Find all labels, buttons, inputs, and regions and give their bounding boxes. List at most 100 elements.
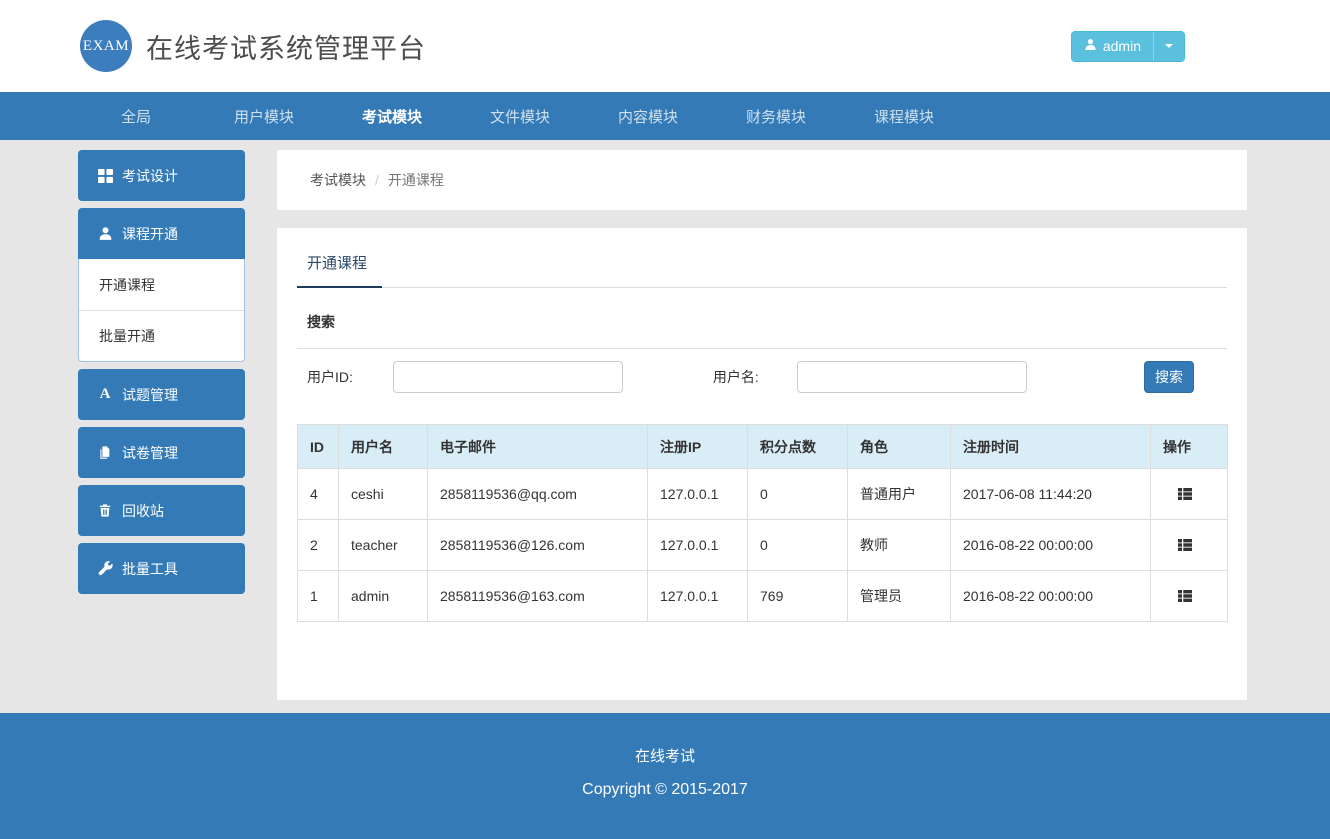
- logo-text: EXAM: [83, 38, 129, 55]
- sidebar-item-label: 考试设计: [122, 166, 178, 186]
- sidebar-group-course-open: 课程开通 开通课程 批量开通: [78, 208, 245, 362]
- cell-ip: 127.0.0.1: [648, 571, 748, 622]
- col-header-username: 用户名: [339, 425, 428, 469]
- wrench-icon: [97, 561, 113, 576]
- nav-item-file-module[interactable]: 文件模块: [456, 92, 584, 140]
- sidebar-item-label: 回收站: [122, 501, 164, 521]
- breadcrumb: 考试模块 / 开通课程: [277, 150, 1247, 210]
- username-label: 用户名:: [713, 367, 759, 387]
- col-header-role: 角色: [848, 425, 951, 469]
- user-button-label: admin: [1103, 38, 1141, 54]
- sidebar-item-label: 课程开通: [122, 224, 178, 244]
- cell-time: 2016-08-22 00:00:00: [951, 520, 1151, 571]
- col-header-operations: 操作: [1151, 425, 1228, 469]
- col-header-ip: 注册IP: [648, 425, 748, 469]
- sidebar-item-recycle-bin[interactable]: 回收站: [78, 485, 245, 536]
- cell-id: 4: [298, 469, 339, 520]
- cell-email: 2858119536@qq.com: [428, 469, 648, 520]
- search-form: 用户ID: 用户名: 搜索: [297, 361, 1227, 393]
- sidebar-item-course-open[interactable]: 课程开通: [78, 208, 245, 259]
- grid-icon: [97, 168, 113, 183]
- breadcrumb-separator: /: [375, 172, 379, 188]
- list-icon: [1177, 486, 1193, 502]
- cell-ip: 127.0.0.1: [648, 469, 748, 520]
- col-header-email: 电子邮件: [428, 425, 648, 469]
- tabs-bar: 开通课程: [297, 228, 1227, 288]
- cell-email: 2858119536@126.com: [428, 520, 648, 571]
- user-id-label: 用户ID:: [307, 367, 353, 387]
- row-actions-button[interactable]: [1173, 535, 1197, 555]
- cell-role: 普通用户: [848, 469, 951, 520]
- sidebar-item-paper-management[interactable]: 试卷管理: [78, 427, 245, 478]
- col-header-id: ID: [298, 425, 339, 469]
- cell-time: 2017-06-08 11:44:20: [951, 469, 1151, 520]
- nav-item-user-module[interactable]: 用户模块: [200, 92, 328, 140]
- cell-operations: [1151, 469, 1228, 520]
- cell-operations: [1151, 571, 1228, 622]
- nav-item-content-module[interactable]: 内容模块: [584, 92, 712, 140]
- cell-id: 1: [298, 571, 339, 622]
- header: EXAM 在线考试系统管理平台 admin: [0, 0, 1330, 92]
- list-icon: [1177, 537, 1193, 553]
- nav-item-finance-module[interactable]: 财务模块: [712, 92, 840, 140]
- col-header-points: 积分点数: [748, 425, 848, 469]
- user-menu: admin: [1071, 31, 1185, 62]
- username-input[interactable]: [797, 361, 1027, 393]
- users-table: ID 用户名 电子邮件 注册IP 积分点数 角色 注册时间 操作 4 ceshi…: [297, 424, 1228, 622]
- user-icon: [97, 226, 113, 241]
- sidebar-item-exam-design[interactable]: 考试设计: [78, 150, 245, 201]
- row-actions-button[interactable]: [1173, 586, 1197, 606]
- table-row: 4 ceshi 2858119536@qq.com 127.0.0.1 0 普通…: [298, 469, 1228, 520]
- sidebar-submenu: 开通课程 批量开通: [78, 259, 245, 362]
- exam-logo: EXAM: [80, 20, 132, 72]
- tab-open-course[interactable]: 开通课程: [297, 252, 382, 288]
- cell-time: 2016-08-22 00:00:00: [951, 571, 1151, 622]
- cell-role: 管理员: [848, 571, 951, 622]
- row-actions-button[interactable]: [1173, 484, 1197, 504]
- divider: [297, 348, 1227, 349]
- sidebar-subitem-open-course[interactable]: 开通课程: [79, 259, 244, 310]
- search-section-title: 搜索: [307, 312, 1227, 332]
- cell-role: 教师: [848, 520, 951, 571]
- breadcrumb-item-exam-module[interactable]: 考试模块: [310, 170, 366, 190]
- nav-item-exam-module[interactable]: 考试模块: [328, 92, 456, 140]
- page-title: 在线考试系统管理平台: [146, 27, 426, 66]
- cell-points: 0: [748, 520, 848, 571]
- user-id-input[interactable]: [393, 361, 623, 393]
- top-navbar: 全局 用户模块 考试模块 文件模块 内容模块 财务模块 课程模块: [0, 92, 1330, 140]
- font-icon: A: [97, 387, 113, 402]
- list-icon: [1177, 588, 1193, 604]
- cell-username: ceshi: [339, 469, 428, 520]
- sidebar: 考试设计 课程开通 开通课程 批量开通 A 试题管理 试卷管理 回收站: [78, 150, 245, 601]
- sidebar-item-question-management[interactable]: A 试题管理: [78, 369, 245, 420]
- user-button[interactable]: admin: [1072, 32, 1153, 61]
- table-header-row: ID 用户名 电子邮件 注册IP 积分点数 角色 注册时间 操作: [298, 425, 1228, 469]
- sidebar-item-label: 试卷管理: [122, 443, 178, 463]
- copy-icon: [97, 445, 113, 460]
- sidebar-item-batch-tools[interactable]: 批量工具: [78, 543, 245, 594]
- cell-ip: 127.0.0.1: [648, 520, 748, 571]
- nav-item-global[interactable]: 全局: [72, 92, 200, 140]
- footer-site-name: 在线考试: [0, 713, 1330, 766]
- footer-copyright: Copyright © 2015-2017: [0, 781, 1330, 799]
- table-row: 1 admin 2858119536@163.com 127.0.0.1 769…: [298, 571, 1228, 622]
- sidebar-item-label: 试题管理: [122, 385, 178, 405]
- cell-points: 0: [748, 469, 848, 520]
- col-header-time: 注册时间: [951, 425, 1151, 469]
- main-content-panel: 开通课程 搜索 用户ID: 用户名: 搜索 ID 用户名 电子邮件 注册IP 积…: [277, 228, 1247, 700]
- cell-username: admin: [339, 571, 428, 622]
- cell-email: 2858119536@163.com: [428, 571, 648, 622]
- chevron-down-icon: [1165, 44, 1173, 48]
- sidebar-subitem-batch-open[interactable]: 批量开通: [79, 310, 244, 361]
- trash-icon: [97, 503, 113, 518]
- search-button[interactable]: 搜索: [1144, 361, 1194, 393]
- cell-operations: [1151, 520, 1228, 571]
- footer: 在线考试 Copyright © 2015-2017: [0, 713, 1330, 839]
- nav-item-course-module[interactable]: 课程模块: [840, 92, 968, 140]
- table-row: 2 teacher 2858119536@126.com 127.0.0.1 0…: [298, 520, 1228, 571]
- cell-points: 769: [748, 571, 848, 622]
- breadcrumb-item-current: 开通课程: [388, 170, 444, 190]
- cell-id: 2: [298, 520, 339, 571]
- user-icon: [1084, 38, 1097, 54]
- user-dropdown-button[interactable]: [1153, 32, 1184, 61]
